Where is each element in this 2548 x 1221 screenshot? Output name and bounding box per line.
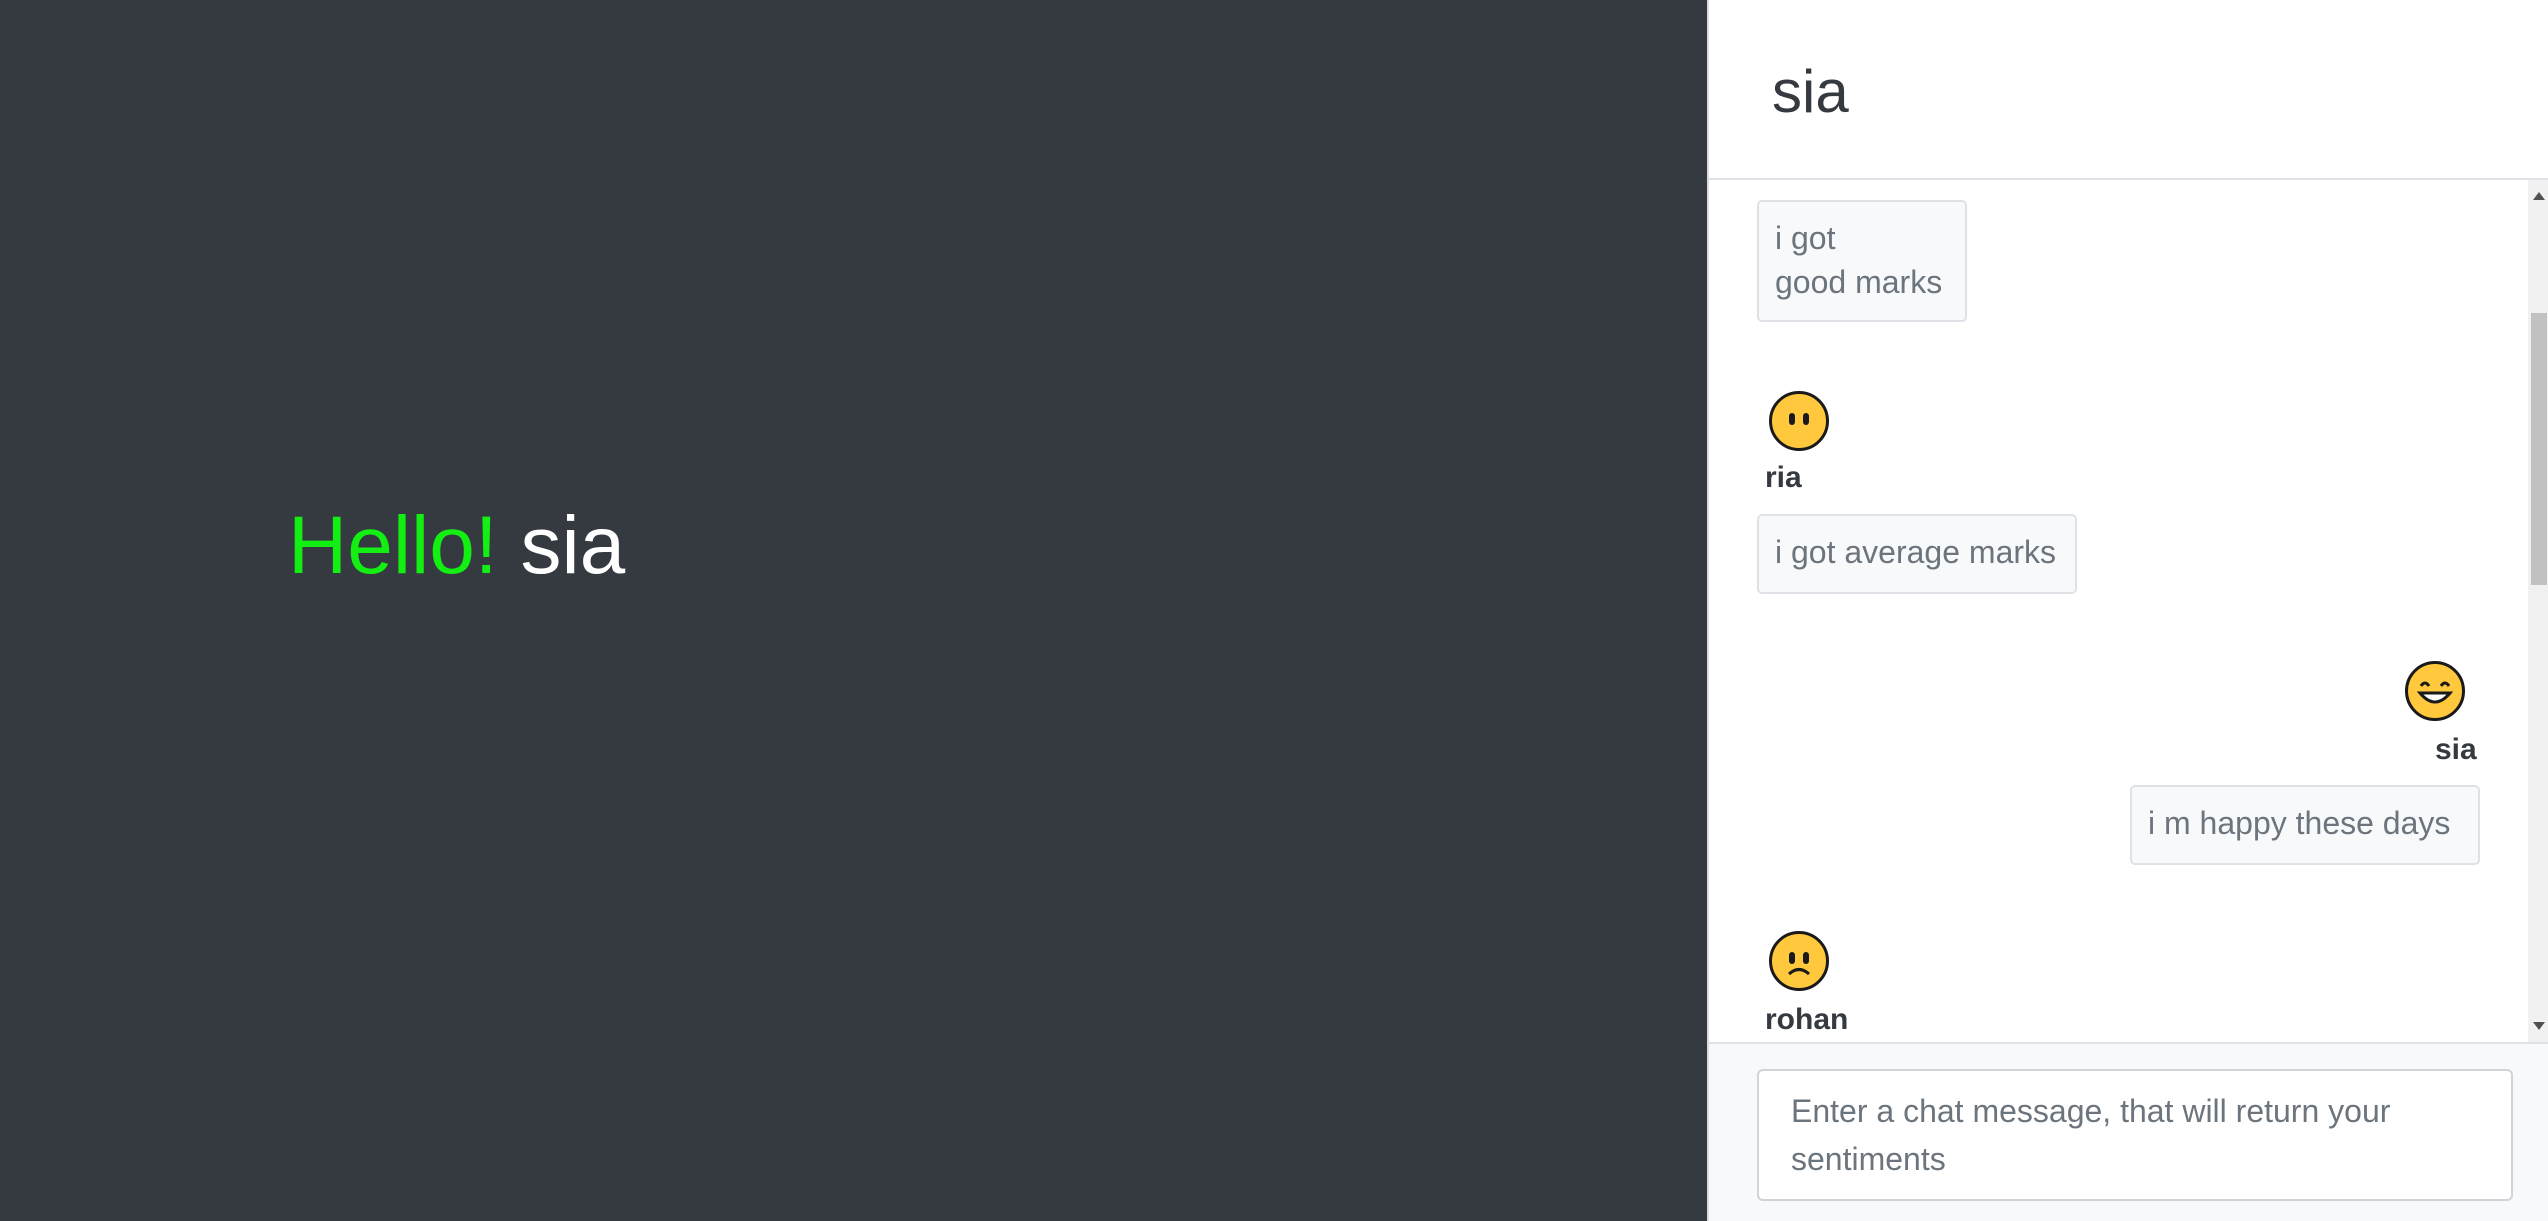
message-list[interactable]: i got good marks ria i got average marks… — [1709, 180, 2528, 1042]
greeting-username: sia — [520, 500, 626, 591]
message-bubble: i got good marks — [1757, 200, 1967, 322]
neutral-face-icon — [1769, 391, 1829, 451]
message-composer — [1709, 1042, 2548, 1221]
message-sender: sia — [2435, 733, 2477, 766]
message-bubble: i got average marks — [1757, 514, 2077, 594]
frowning-face-icon — [1769, 931, 1829, 991]
greeting-hello: Hello! — [288, 500, 498, 591]
scroll-up-arrow-icon[interactable] — [2533, 192, 2545, 200]
greeting: Hello! sia — [288, 505, 625, 587]
chat-title: sia — [1772, 58, 1849, 125]
scroll-down-arrow-icon[interactable] — [2533, 1022, 2545, 1030]
grinning-face-icon — [2405, 661, 2465, 721]
message-bubble: i m happy these days — [2130, 785, 2480, 865]
message-scrollbar[interactable] — [2528, 180, 2548, 1042]
chat-message-input[interactable] — [1757, 1069, 2513, 1201]
chat-panel: sia i got good marks ria i got average m… — [1707, 0, 2548, 1221]
welcome-panel: Hello! sia — [0, 0, 1707, 1221]
chat-header: sia — [1709, 0, 2548, 180]
message-sender: rohan — [1765, 1003, 1849, 1036]
message-sender: ria — [1765, 461, 1802, 494]
scroll-thumb[interactable] — [2531, 313, 2547, 585]
